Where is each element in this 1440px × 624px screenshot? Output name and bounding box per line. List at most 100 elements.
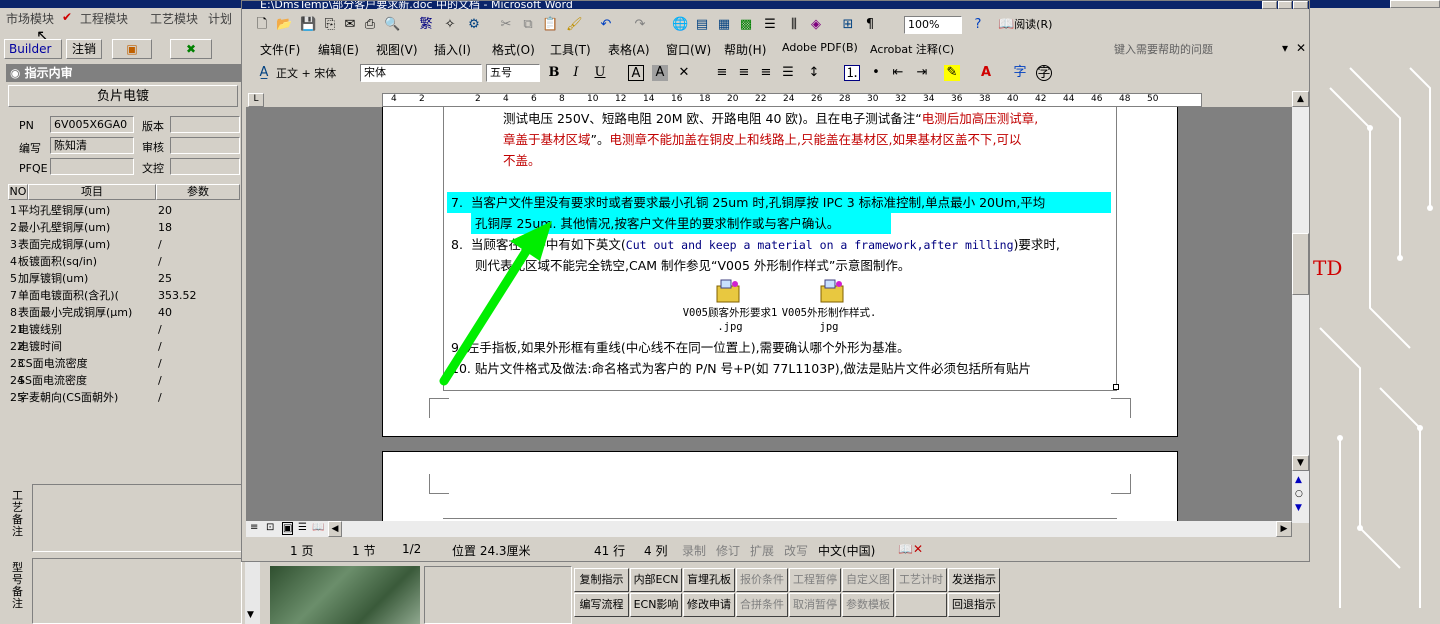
- document-page-2[interactable]: [382, 451, 1178, 521]
- vertical-scrollbar[interactable]: ▲ ▼ ▲ ○ ▼: [1292, 91, 1309, 523]
- package-icon[interactable]: [713, 278, 743, 304]
- zoom-select[interactable]: 100%: [904, 16, 962, 34]
- normal-view-icon[interactable]: ≡: [250, 522, 258, 533]
- thumbnails-icon[interactable]: ⊞: [840, 17, 856, 33]
- menu-insert[interactable]: 插入(I): [434, 41, 471, 58]
- logout-button[interactable]: 注销: [66, 39, 102, 59]
- decrease-indent-icon[interactable]: ⇤: [890, 65, 906, 81]
- align-center-icon[interactable]: ≡: [736, 65, 752, 81]
- action-button[interactable]: 取消暂停: [789, 593, 841, 617]
- tables-borders-icon[interactable]: ▤: [694, 17, 710, 33]
- menu-plan-module[interactable]: 计划: [208, 10, 232, 27]
- translate-icon[interactable]: ⚙: [466, 17, 482, 33]
- menu-adobe-pdf[interactable]: Adobe PDF(B): [782, 41, 858, 54]
- save-icon[interactable]: 💾: [300, 17, 316, 33]
- drawing-icon[interactable]: ⫼: [786, 17, 802, 33]
- new-document-icon[interactable]: 🗋: [254, 17, 270, 33]
- table-row[interactable]: 7 单面电镀面积(含孔)(353.52: [8, 287, 240, 304]
- char-border-icon[interactable]: A: [628, 65, 644, 81]
- previous-page-icon[interactable]: ▲: [1295, 475, 1302, 485]
- builder-button[interactable]: Builder: [4, 39, 62, 59]
- action-button[interactable]: 修改申请: [683, 593, 735, 617]
- menu-acrobat-comments[interactable]: Acrobat 注释(C): [870, 41, 954, 57]
- doc-control-field[interactable]: [170, 158, 240, 175]
- char-scale-icon[interactable]: ✕: [676, 65, 692, 81]
- action-button[interactable]: 报价条件: [736, 568, 788, 592]
- increase-indent-icon[interactable]: ⇥: [914, 65, 930, 81]
- action-button[interactable]: ECN影响: [630, 593, 682, 617]
- action-button[interactable]: 工程暂停: [789, 568, 841, 592]
- columns-icon[interactable]: ☰: [762, 17, 778, 33]
- insert-table-icon[interactable]: ▦: [716, 17, 732, 33]
- table-row[interactable]: 2 最小孔壁铜厚(um) 18: [8, 219, 240, 236]
- author-field[interactable]: 陈知清: [50, 137, 134, 154]
- status-extend[interactable]: 扩展: [750, 542, 774, 559]
- read-button[interactable]: 📖阅读(R): [998, 17, 1068, 33]
- font-color-icon[interactable]: A: [978, 65, 994, 81]
- excel-icon[interactable]: ✖: [170, 39, 212, 59]
- line-spacing-icon[interactable]: ↕: [806, 65, 822, 81]
- justify-icon[interactable]: ☰: [780, 65, 796, 81]
- menu-edit[interactable]: 编辑(E): [318, 41, 359, 58]
- menu-market-module[interactable]: 市场模块: [6, 10, 54, 27]
- column-header-item[interactable]: 项目: [28, 184, 156, 200]
- scroll-right-icon[interactable]: ▶: [1276, 521, 1292, 537]
- pn-field[interactable]: 6V005X6GA0: [50, 116, 134, 133]
- styles-icon[interactable]: A̲: [256, 65, 272, 81]
- menu-view[interactable]: 视图(V): [376, 41, 418, 58]
- hyperlink-icon[interactable]: 🌐: [672, 17, 688, 33]
- column-header-param[interactable]: 参数: [156, 184, 240, 200]
- insert-excel-icon[interactable]: ▩: [738, 17, 754, 33]
- table-row[interactable]: 23 CS面电流密度 /: [8, 355, 240, 372]
- minimize-button[interactable]: [1262, 1, 1277, 9]
- web-view-icon[interactable]: ⊡: [266, 522, 274, 533]
- spelling-icon[interactable]: 繁: [418, 17, 434, 33]
- process-notes-field[interactable]: [32, 484, 242, 552]
- char-shading-icon[interactable]: A: [652, 65, 668, 81]
- scroll-left-icon[interactable]: ◀: [328, 521, 342, 537]
- action-button[interactable]: 编写流程: [574, 593, 629, 617]
- print-icon[interactable]: ⎙: [362, 17, 378, 33]
- menu-window[interactable]: 窗口(W): [666, 41, 711, 58]
- font-size-select[interactable]: 五号: [486, 64, 540, 82]
- action-button[interactable]: 盲埋孔板: [683, 568, 735, 592]
- menu-format[interactable]: 格式(O): [492, 41, 535, 58]
- outline-view-icon[interactable]: ☰: [298, 522, 307, 533]
- action-button[interactable]: 合拼条件: [736, 593, 788, 617]
- action-button[interactable]: 内部ECN: [630, 568, 682, 592]
- table-row[interactable]: 8 表面最小完成铜厚(μm) 40: [8, 304, 240, 321]
- scroll-down-icon[interactable]: ▼: [1292, 455, 1309, 471]
- help-question-input[interactable]: 键入需要帮助的问题: [1114, 41, 1284, 57]
- table-row[interactable]: 22 电镀时间 /: [8, 338, 240, 355]
- redo-icon[interactable]: ↷: [632, 17, 648, 33]
- align-right-icon[interactable]: ≡: [758, 65, 774, 81]
- status-overtype[interactable]: 改写: [784, 542, 808, 559]
- align-left-icon[interactable]: ≡: [714, 65, 730, 81]
- version-field[interactable]: [170, 116, 240, 133]
- menu-table[interactable]: 表格(A): [608, 41, 650, 58]
- status-track-changes[interactable]: 修订: [716, 542, 740, 559]
- horizontal-scrollbar[interactable]: ≡ ⊡ ▣ ☰ 📖 ◀ ▶: [246, 521, 1292, 537]
- enclose-char-icon[interactable]: 字: [1036, 65, 1052, 81]
- bold-icon[interactable]: B: [546, 65, 562, 81]
- table-row[interactable]: 21 电镀线别 /: [8, 321, 240, 338]
- font-select[interactable]: 宋体: [360, 64, 482, 82]
- highlight-icon[interactable]: ✎: [944, 65, 960, 81]
- email-icon[interactable]: ✉: [342, 17, 358, 33]
- reading-view-icon[interactable]: 📖: [312, 522, 324, 533]
- select-browse-object-icon[interactable]: ○: [1295, 489, 1303, 499]
- phonetic-guide-icon[interactable]: 字: [1012, 65, 1028, 81]
- help-icon[interactable]: ?: [970, 17, 986, 33]
- maximize-button[interactable]: [1277, 1, 1293, 9]
- paste-icon[interactable]: 📋: [542, 17, 558, 33]
- table-row[interactable]: 25 字麦朝向(CS面朝外) /: [8, 389, 240, 406]
- format-painter-icon[interactable]: 🖌: [566, 17, 583, 33]
- undo-icon[interactable]: ↶: [598, 17, 614, 33]
- action-button[interactable]: 复制指示: [574, 568, 629, 592]
- numbering-icon[interactable]: ⒈: [844, 65, 860, 81]
- help-dropdown-icon[interactable]: ▾: [1282, 41, 1288, 55]
- action-button[interactable]: [895, 593, 947, 617]
- scroll-thumb[interactable]: [1292, 233, 1309, 295]
- resize-handle[interactable]: [1113, 384, 1119, 390]
- menu-tools[interactable]: 工具(T): [550, 41, 591, 58]
